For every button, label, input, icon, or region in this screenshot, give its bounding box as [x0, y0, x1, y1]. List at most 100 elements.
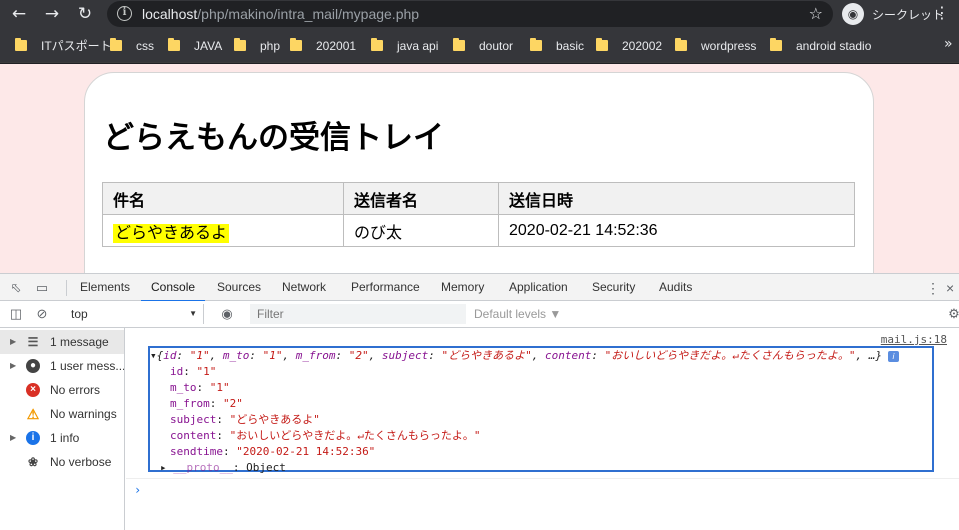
incognito-icon: ◉	[842, 3, 864, 25]
address-bar[interactable]: i localhost/php/makino/intra_mail/mypage…	[107, 1, 833, 27]
sidebar-item-messages[interactable]: ▶ ☰ 1 message	[0, 330, 124, 354]
bookmark-label: android stadio	[796, 39, 872, 53]
object-info-icon[interactable]: i	[887, 351, 899, 362]
folder-icon	[168, 38, 180, 51]
folder-icon	[15, 38, 27, 51]
bookmark-label: 202001	[316, 39, 357, 53]
object-summary-line[interactable]: ▾{id: "1", m_to: "1", m_from: "2", subje…	[150, 348, 899, 364]
sidebar-item-errors[interactable]: × No errors	[0, 378, 124, 402]
info-icon: i	[26, 431, 40, 445]
bookmark-folder[interactable]: java api	[371, 38, 438, 54]
cell-sender: のび太	[343, 214, 499, 247]
source-link[interactable]: mail.js:18	[881, 333, 947, 346]
expand-triangle-icon[interactable]: ▸	[160, 461, 173, 474]
list-icon: ☰	[27, 335, 39, 349]
page-viewport: どらえもんの受信トレイ 件名 送信者名 送信日時 どらやきあるよ のび太 202…	[0, 64, 959, 273]
bookmark-folder[interactable]: ITパスポート	[15, 38, 112, 54]
bookmark-label: basic	[556, 39, 585, 53]
eye-icon[interactable]: ◉	[219, 306, 235, 322]
bookmark-folder[interactable]: android stadio	[770, 38, 871, 54]
bookmark-folder[interactable]: basic	[530, 38, 584, 54]
bookmark-star-icon[interactable]: ☆	[809, 4, 823, 23]
tab-audits[interactable]: Audits	[659, 274, 692, 301]
bookmark-folder[interactable]: 202001	[290, 38, 356, 54]
object-proto-property[interactable]: ▸ __proto__: Object	[160, 460, 286, 476]
log-levels-dropdown[interactable]: Default levels ▼	[474, 307, 561, 321]
user-icon: ●	[26, 359, 40, 373]
object-property: m_from: "2"	[170, 397, 243, 410]
console-toolbar: ◫ ⊘ top ▼ ◉ Default levels ▼ ⚙	[0, 301, 959, 328]
device-toolbar-icon[interactable]: ▭	[34, 280, 50, 296]
object-property: sendtime: "2020-02-21 14:52:36"	[170, 445, 376, 458]
folder-icon	[110, 38, 122, 51]
tab-sources[interactable]: Sources	[217, 274, 261, 301]
tab-security[interactable]: Security	[592, 274, 635, 301]
prompt-chevron-icon: ›	[134, 483, 142, 497]
bookmark-label: ITパスポート	[41, 39, 112, 53]
bookmark-folder[interactable]: doutor	[453, 38, 513, 54]
context-selector[interactable]: top ▼	[64, 304, 204, 324]
tab-network[interactable]: Network	[282, 274, 326, 301]
sidebar-item-user-messages[interactable]: ▶ ● 1 user mess...	[0, 354, 124, 378]
cell-subject[interactable]: どらやきあるよ	[102, 214, 344, 247]
url-text[interactable]: localhost/php/makino/intra_mail/mypage.p…	[142, 6, 419, 22]
sidebar-item-label: 1 info	[50, 431, 80, 445]
logged-object[interactable]: ▾{id: "1", m_to: "1", m_from: "2", subje…	[148, 346, 934, 474]
tab-memory[interactable]: Memory	[441, 274, 484, 301]
clear-console-icon[interactable]: ⊘	[34, 306, 50, 322]
folder-icon	[453, 38, 465, 51]
bookmark-folder[interactable]: 202002	[596, 38, 662, 54]
tab-performance[interactable]: Performance	[351, 274, 420, 301]
table-row[interactable]: どらやきあるよ のび太 2020-02-21 14:52:36	[102, 214, 855, 247]
sidebar-item-label: 1 user mess...	[50, 359, 124, 373]
toolbar-divider	[66, 280, 67, 296]
column-header-sent-at: 送信日時	[498, 182, 855, 215]
object-property: subject: "どらやきあるよ"	[170, 413, 320, 426]
sidebar-item-label: No errors	[50, 383, 101, 397]
console-prompt[interactable]: ›	[126, 478, 959, 500]
cell-sent-at: 2020-02-21 14:52:36	[498, 214, 855, 247]
site-info-icon[interactable]: i	[117, 6, 132, 21]
sidebar-item-verbose[interactable]: ❀ No verbose	[0, 450, 124, 474]
context-value: top	[71, 307, 88, 321]
console-sidebar: ▶ ☰ 1 message ▶ ● 1 user mess... × No er…	[0, 328, 125, 530]
expand-triangle-icon[interactable]: ▶	[10, 426, 16, 450]
reload-icon[interactable]: ↻	[74, 3, 96, 25]
devtools-menu-icon[interactable]: ⋮	[926, 280, 940, 296]
expand-triangle-icon[interactable]: ▶	[10, 354, 16, 378]
tab-application[interactable]: Application	[509, 274, 568, 301]
inspect-element-icon[interactable]: ⬁	[8, 280, 24, 296]
devtools-panel: ⬁ ▭ Elements Console Sources Network Per…	[0, 273, 959, 530]
bookmark-label: wordpress	[701, 39, 757, 53]
tab-elements[interactable]: Elements	[80, 274, 130, 301]
sidebar-item-label: No verbose	[50, 455, 112, 469]
sidebar-toggle-icon[interactable]: ◫	[8, 306, 24, 322]
sidebar-item-info[interactable]: ▶ i 1 info	[0, 426, 124, 450]
folder-icon	[530, 38, 542, 51]
bookmark-folder[interactable]: css	[110, 38, 154, 54]
console-output: mail.js:18 ▾{id: "1", m_to: "1", m_from:…	[126, 328, 959, 530]
console-settings-gear-icon[interactable]: ⚙	[946, 306, 959, 322]
bookmark-folder[interactable]: JAVA	[168, 38, 222, 54]
subject-link[interactable]: どらやきあるよ	[113, 223, 230, 243]
folder-icon	[596, 38, 608, 51]
close-devtools-icon[interactable]: ×	[946, 280, 954, 296]
object-property: id: "1"	[170, 365, 217, 378]
tab-console[interactable]: Console	[140, 274, 206, 302]
collapse-triangle-icon[interactable]: ▾	[150, 349, 157, 362]
bookmark-folder[interactable]: wordpress	[675, 38, 756, 54]
url-path: /php/makino/intra_mail/mypage.php	[197, 6, 420, 22]
chrome-menu-icon[interactable]: ⋮	[934, 4, 950, 22]
bookmarks-overflow-icon[interactable]: »	[944, 36, 953, 52]
folder-icon	[290, 38, 302, 51]
bookmark-folder[interactable]: php	[234, 38, 280, 54]
forward-arrow-icon[interactable]: →	[41, 3, 63, 25]
folder-icon	[675, 38, 687, 51]
back-arrow-icon[interactable]: ←	[8, 3, 30, 25]
devtools-tab-bar: ⬁ ▭ Elements Console Sources Network Per…	[0, 273, 959, 302]
console-filter-input[interactable]	[250, 304, 466, 324]
bookmark-label: 202002	[622, 39, 663, 53]
sidebar-item-warnings[interactable]: ⚠ No warnings	[0, 402, 124, 426]
expand-triangle-icon[interactable]: ▶	[10, 330, 16, 354]
folder-icon	[770, 38, 782, 51]
